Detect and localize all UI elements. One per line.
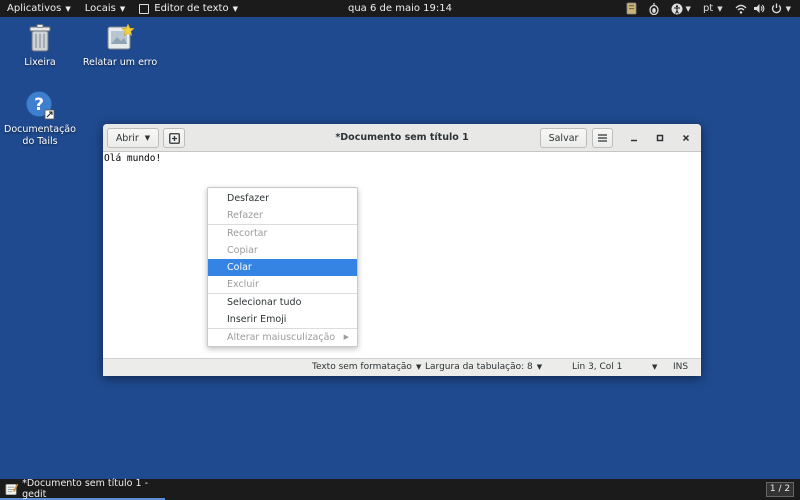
chevron-down-icon: ▼ xyxy=(232,4,238,13)
hamburger-menu-button[interactable] xyxy=(592,128,613,148)
submenu-arrow-icon: ▶ xyxy=(343,333,349,341)
menu-item-change-case[interactable]: Alterar maiusculização ▶ xyxy=(208,329,357,346)
places-menu[interactable]: Locais ▼ xyxy=(78,0,133,17)
app-menu-text-editor[interactable]: Editor de texto ▼ xyxy=(132,0,245,17)
menu-item-label: Alterar maiusculização xyxy=(227,332,336,343)
tor-onion-icon[interactable] xyxy=(643,0,665,17)
chevron-down-icon: ▼ xyxy=(415,363,422,371)
chevron-down-icon: ▼ xyxy=(119,4,126,13)
taskbar-window-button[interactable]: *Documento sem título 1 - gedit xyxy=(0,477,165,500)
menu-item-redo[interactable]: Refazer xyxy=(208,207,357,224)
volume-icon[interactable] xyxy=(750,0,768,17)
format-label: Texto sem formatação xyxy=(312,362,412,372)
menu-item-select-all[interactable]: Selecionar tudo xyxy=(208,294,357,311)
new-tab-icon xyxy=(168,132,180,144)
places-menu-label: Locais xyxy=(84,3,116,14)
menu-item-label: Desfazer xyxy=(227,193,270,204)
chevron-down-icon: ▼ xyxy=(717,4,723,13)
accessibility-icon[interactable]: ▼ xyxy=(665,0,697,17)
menu-item-undo[interactable]: Desfazer xyxy=(208,190,357,207)
chevron-down-icon: ▼ xyxy=(785,4,791,13)
tab-width-selector[interactable]: Largura da tabulação: 8 ▼ xyxy=(425,362,542,372)
gedit-window: Abrir ▼ *Documento sem título 1 Salvar O… xyxy=(103,124,701,376)
hamburger-icon xyxy=(598,134,607,142)
workspace-switcher[interactable]: 1 / 2 xyxy=(766,482,794,497)
close-button[interactable] xyxy=(678,130,694,146)
chevron-down-icon: ▼ xyxy=(65,4,71,13)
svg-text:?: ? xyxy=(34,95,44,115)
power-icon[interactable]: ▼ xyxy=(768,0,794,17)
menu-item-label: Colar xyxy=(227,262,252,273)
bottom-panel: *Documento sem título 1 - gedit 1 / 2 xyxy=(0,477,800,500)
minimize-button[interactable] xyxy=(626,130,642,146)
text-editor-icon xyxy=(139,3,150,14)
menu-item-label: Inserir Emoji xyxy=(227,314,287,325)
desktop-icon-trash[interactable]: Lixeira xyxy=(0,22,80,69)
desktop-icon-label: Documentação do Tails xyxy=(4,124,76,147)
desktop-icon-label: Lixeira xyxy=(24,57,56,68)
desktop-icon-documentation[interactable]: ? Documentação do Tails xyxy=(0,89,80,148)
gedit-icon xyxy=(5,483,19,495)
menu-item-cut[interactable]: Recortar xyxy=(208,225,357,242)
report-bug-icon xyxy=(107,23,135,50)
chevron-down-icon: ▼ xyxy=(144,134,151,142)
save-button[interactable]: Salvar xyxy=(540,128,587,148)
maximize-icon xyxy=(656,134,664,142)
chevron-down-icon: ▼ xyxy=(652,363,658,371)
header-bar: Abrir ▼ *Documento sem título 1 Salvar xyxy=(103,124,701,152)
menu-item-label: Recortar xyxy=(227,228,268,239)
minimize-icon xyxy=(631,139,637,142)
syntax-format-selector[interactable]: Texto sem formatação ▼ xyxy=(312,362,421,372)
menu-item-label: Copiar xyxy=(227,245,258,256)
cursor-position-label: Lin 3, Col 1 xyxy=(572,362,623,372)
trash-icon xyxy=(29,24,51,52)
menu-item-label: Selecionar tudo xyxy=(227,297,302,308)
tab-width-label: Largura da tabulação: 8 xyxy=(425,362,533,372)
keyring-icon[interactable] xyxy=(620,0,643,17)
applications-menu[interactable]: Aplicativos ▼ xyxy=(0,0,78,17)
language-label: pt xyxy=(702,3,714,14)
cursor-position-selector[interactable]: Lin 3, Col 1 ▼ xyxy=(572,362,658,372)
chevron-down-icon: ▼ xyxy=(536,363,543,371)
top-panel: Aplicativos ▼ Locais ▼ Editor de texto ▼… xyxy=(0,0,800,17)
help-documentation-icon: ? xyxy=(25,90,55,120)
new-tab-button[interactable] xyxy=(163,128,185,148)
menu-item-copy[interactable]: Copiar xyxy=(208,242,357,259)
editor-content[interactable]: Olá mundo! xyxy=(104,153,161,164)
language-menu[interactable]: pt ▼ xyxy=(697,0,729,17)
open-button[interactable]: Abrir ▼ xyxy=(107,128,159,148)
close-icon xyxy=(682,134,690,142)
save-button-label: Salvar xyxy=(548,132,579,144)
menu-item-paste[interactable]: Colar xyxy=(208,259,357,276)
menu-item-label: Refazer xyxy=(227,210,263,221)
desktop-icon-label: Relatar um erro xyxy=(82,57,158,68)
desktop-icon-report-bug[interactable]: Relatar um erro xyxy=(80,22,160,69)
insert-mode-indicator: INS xyxy=(673,362,688,372)
app-menu-label: Editor de texto xyxy=(154,3,229,14)
menu-item-insert-emoji[interactable]: Inserir Emoji xyxy=(208,311,357,328)
menu-item-label: Excluir xyxy=(227,279,259,290)
menu-item-delete[interactable]: Excluir xyxy=(208,276,357,293)
system-tray: ▼ pt ▼ ▼ xyxy=(620,0,794,17)
applications-menu-label: Aplicativos xyxy=(7,3,62,14)
network-wifi-icon[interactable] xyxy=(729,0,750,17)
text-editor-area[interactable]: Olá mundo! xyxy=(103,152,701,358)
context-menu: Desfazer Refazer Recortar Copiar Colar E… xyxy=(207,187,358,347)
chevron-down-icon: ▼ xyxy=(685,4,691,13)
open-button-label: Abrir xyxy=(115,132,139,144)
maximize-button[interactable] xyxy=(652,130,668,146)
status-bar: Texto sem formatação ▼ Largura da tabula… xyxy=(103,358,701,376)
insert-mode-label: INS xyxy=(673,362,689,372)
taskbar-window-title: *Documento sem título 1 - gedit xyxy=(22,477,149,500)
